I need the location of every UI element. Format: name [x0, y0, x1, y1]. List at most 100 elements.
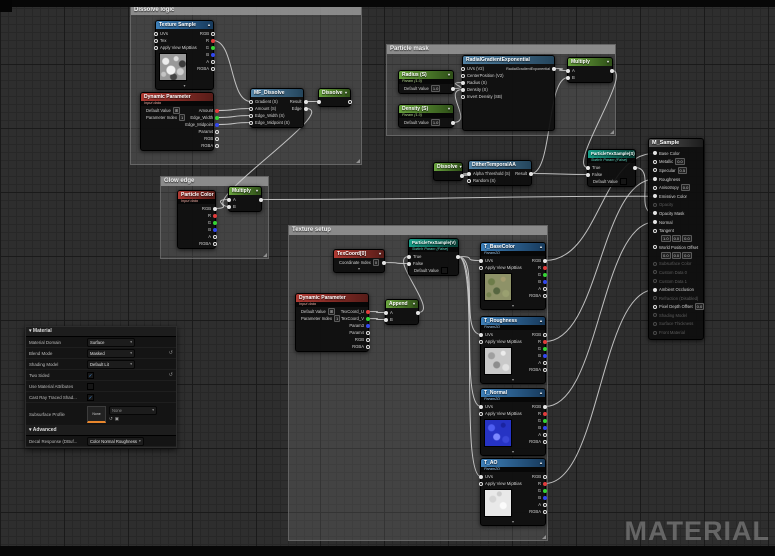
dp2-node[interactable]: Dynamic ParameterInput dataDefault Value… — [295, 293, 369, 352]
multiply-glow-node[interactable]: Multiply▾AB — [228, 186, 262, 212]
group-resize-handle[interactable] — [263, 253, 267, 257]
vector-component-box[interactable]: 0.0 — [682, 252, 692, 259]
m-sample-cd1-pin[interactable] — [653, 279, 657, 283]
collapse-chevron-icon[interactable]: ▾ — [256, 187, 258, 195]
multiply-top-node[interactable]: Multiply▾AB — [567, 57, 613, 83]
t-ao-uvs-pin[interactable] — [479, 475, 483, 479]
mf-gradient-pin[interactable] — [249, 100, 253, 104]
t-ao-node[interactable]: T_AO▴Param2DUVsApply View MipBiasRGBRGBA… — [480, 458, 546, 526]
value-box[interactable]: ⊞ — [328, 308, 335, 315]
dissolve-usage-node[interactable]: Dissolve▾ — [433, 162, 463, 181]
browse-icon[interactable]: ▣ — [115, 416, 119, 422]
t-normal-r-pin[interactable] — [543, 412, 547, 416]
dropdown-blend-mode[interactable]: Masked▾ — [87, 349, 135, 358]
vector-component-box[interactable]: 0.0 — [672, 235, 682, 242]
t-normal-a-pin[interactable] — [543, 433, 547, 437]
m-sample-wpo-pin[interactable] — [653, 245, 657, 249]
dissolve-decl-v-pin[interactable] — [317, 100, 321, 104]
texture-sample-tex-pin[interactable] — [154, 39, 158, 43]
t-basecolor-uvs-pin[interactable] — [479, 259, 483, 263]
t-normal-g-pin[interactable] — [543, 419, 547, 423]
pts-v-node[interactable]: ParticleTexSample(V)Switch Param (False)… — [408, 238, 459, 276]
m-sample-cd0-pin[interactable] — [653, 270, 657, 274]
dp1-node[interactable]: Dynamic ParameterInput dataDefault Value… — [140, 92, 214, 151]
radial-node[interactable]: RadialGradientExponentialUVs (V2)CenterP… — [462, 55, 555, 131]
group-resize-handle[interactable] — [542, 535, 546, 539]
dp2-texcoord_v-pin[interactable] — [366, 317, 370, 321]
expand-toggle-icon[interactable]: ▾ — [334, 267, 384, 272]
expand-toggle-icon[interactable]: ▾ — [481, 304, 545, 309]
comment-group-title[interactable]: Glow edge — [161, 177, 268, 186]
collapse-chevron-icon[interactable]: ▴ — [540, 317, 542, 325]
m-sample-anisotropy-pin[interactable] — [653, 186, 657, 190]
pts-v-false-pin[interactable] — [407, 262, 411, 266]
texture-sample-r-pin[interactable] — [211, 39, 215, 43]
radial-density-pin[interactable] — [461, 88, 465, 92]
particle-color-node[interactable]: Particle ColorInput dataRGBRGBARGBA — [177, 190, 216, 249]
m-sample-metallic-pin[interactable] — [653, 160, 657, 164]
expand-toggle-icon[interactable]: ▾ — [481, 520, 545, 525]
value-box[interactable]: ⊞ — [173, 107, 180, 114]
subsurface-profile-thumbnail[interactable]: None — [87, 406, 106, 423]
value-box[interactable]: 1.0 — [431, 119, 441, 126]
radial-invert-pin[interactable] — [461, 95, 465, 99]
multiply-glow-result-pin[interactable] — [259, 198, 263, 202]
dropdown-material-domain[interactable]: Surface▾ — [87, 338, 135, 347]
radial-radius-pin[interactable] — [461, 81, 465, 85]
default-value-checkbox[interactable] — [441, 267, 448, 274]
mf-edge_width-pin[interactable] — [249, 114, 253, 118]
t-normal-rgb-pin[interactable] — [543, 405, 547, 409]
m-sample-shading_model-pin[interactable] — [653, 313, 657, 317]
m-sample-specular-pin[interactable] — [653, 168, 657, 172]
expand-toggle-icon[interactable]: ▾ — [481, 378, 545, 383]
checkbox-two-sided[interactable]: ✓ — [87, 372, 94, 379]
append-node[interactable]: Append▾AB — [385, 299, 419, 325]
t-ao-b-pin[interactable] — [543, 496, 547, 500]
m-sample-surface_thickness-pin[interactable] — [653, 322, 657, 326]
t-basecolor-a-pin[interactable] — [543, 287, 547, 291]
reset-to-default-icon[interactable]: ↺ — [169, 350, 173, 356]
radius-v-pin[interactable] — [451, 87, 455, 91]
t-normal-b-pin[interactable] — [543, 426, 547, 430]
mf-edge-pin[interactable] — [304, 107, 308, 111]
pts-s-false-pin[interactable] — [586, 173, 590, 177]
collapse-chevron-icon[interactable]: ▴ — [540, 243, 542, 251]
dropdown-shading-model[interactable]: Default Lit▾ — [87, 360, 135, 369]
texcoord-v-pin[interactable] — [382, 261, 386, 265]
radial-uvs-pin[interactable] — [461, 67, 465, 71]
expand-toggle-icon[interactable]: ▾ — [481, 450, 545, 455]
collapse-chevron-icon[interactable]: ▴ — [540, 459, 542, 467]
reset-to-default-icon[interactable]: ↺ — [169, 372, 173, 378]
density-node[interactable]: Density (S)▾Param (1.0)Default Value1.0 — [398, 104, 454, 128]
dissolve-decl-o-pin[interactable] — [348, 100, 352, 104]
dp2-param3-pin[interactable] — [366, 324, 370, 328]
t-basecolor-r-pin[interactable] — [543, 266, 547, 270]
dither-random-pin[interactable] — [467, 179, 471, 183]
multiply-top-a-pin[interactable] — [566, 69, 570, 73]
m-sample-roughness-pin[interactable] — [653, 177, 657, 181]
collapse-chevron-icon[interactable]: ▾ — [448, 105, 450, 113]
texture-sample-b-pin[interactable] — [211, 53, 215, 57]
particle-color-b-pin[interactable] — [213, 228, 217, 232]
particle-color-g-pin[interactable] — [213, 221, 217, 225]
details-section-material[interactable]: ▾ Material — [26, 327, 176, 337]
comment-group-title[interactable]: Dissolve logic — [131, 6, 361, 15]
t-roughness-b-pin[interactable] — [543, 354, 547, 358]
append-b-pin[interactable] — [384, 318, 388, 322]
collapse-chevron-icon[interactable]: ▾ — [345, 89, 347, 97]
vector-component-box[interactable]: 1.0 — [661, 235, 671, 242]
details-section-advanced[interactable]: ▾ Advanced — [26, 426, 176, 436]
t-ao-a-pin[interactable] — [543, 503, 547, 507]
t-basecolor-b-pin[interactable] — [543, 280, 547, 284]
t-basecolor-rgba-pin[interactable] — [543, 294, 547, 298]
t-normal-uvs-pin[interactable] — [479, 405, 483, 409]
pts-v-true-pin[interactable] — [407, 255, 411, 259]
collapse-chevron-icon[interactable]: ▾ — [460, 163, 462, 171]
m-sample-refraction-pin[interactable] — [653, 296, 657, 300]
texture-sample-rgb-pin[interactable] — [211, 32, 215, 36]
dp2-param4-pin[interactable] — [366, 331, 370, 335]
density-v-pin[interactable] — [451, 121, 455, 125]
t-normal-mip-pin[interactable] — [479, 412, 483, 416]
dither-result-pin[interactable] — [529, 172, 533, 176]
m-sample-pdo-pin[interactable] — [653, 305, 657, 309]
